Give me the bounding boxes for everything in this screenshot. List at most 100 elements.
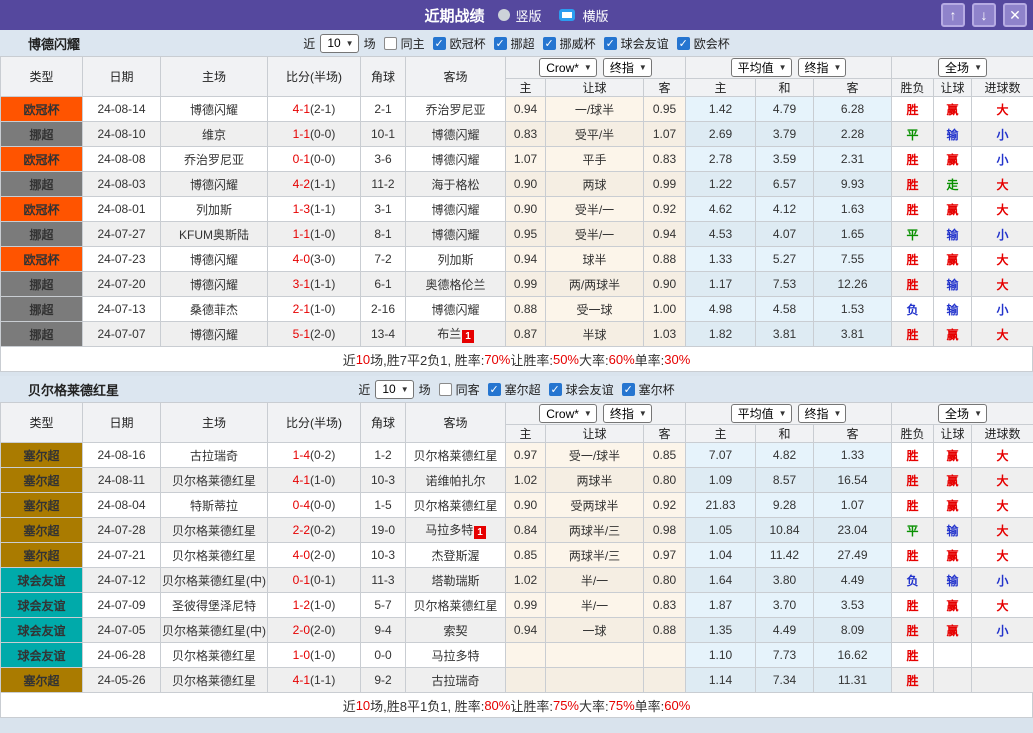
league-checkbox-0-4[interactable]: ✓ [677,37,690,50]
league-checkbox-1-2[interactable]: ✓ [622,383,635,396]
average-odds-cell-2: 11.31 [814,668,892,693]
corner-cell: 3-1 [361,197,406,222]
chevron-down-icon: ▼ [639,63,647,72]
handicap-odds-cell-0: 1.07 [506,147,546,172]
summary-segment: 近 [343,696,356,715]
average-odds-cell-2: 1.65 [814,222,892,247]
fulltime-score: 1-1 [293,227,310,241]
page-title: 近期战绩 [424,5,484,26]
average-period-select-1[interactable]: 终指▼ [798,404,847,423]
thead-0: 类型日期主场比分(半场)角球客场Crow*▼终指▼平均值▼终指▼全场▼主让球客主… [1,57,1033,97]
outcome-cell-2: 小 [972,568,1033,593]
chevron-down-icon: ▼ [974,409,982,418]
average-odds-cell-1: 4.12 [756,197,814,222]
away-team-name: 博德闪耀 [431,153,479,167]
radio-horizontal-layout[interactable]: 横版 [556,6,609,25]
away-team-cell: 列加斯 [406,247,506,272]
average-odds-cell-0: 1.04 [686,543,756,568]
score-cell: 4-0(3-0) [268,247,361,272]
league-checkbox-1-1[interactable]: ✓ [549,383,562,396]
same-venue-checkbox-0[interactable] [384,37,397,50]
average-odds-cell-1: 4.82 [756,443,814,468]
summary-segment: 75% [609,698,635,713]
average-odds-cell-0: 1.10 [686,643,756,668]
average-odds-cell-2: 12.26 [814,272,892,297]
league-label: 塞尔杯 [639,381,675,398]
league-checkbox-0-0[interactable]: ✓ [433,37,446,50]
home-team-name: 古拉瑞奇 [190,449,238,463]
away-team-cell: 马拉多特 [406,643,506,668]
home-team-cell: 维京 [161,122,268,147]
corner-cell: 10-3 [361,543,406,568]
fulltime-score: 4-0 [293,548,310,562]
home-team-name: 博德闪耀 [190,278,238,292]
average-select-1[interactable]: 平均值▼ [731,404,792,423]
average-odds-cell-1: 7.34 [756,668,814,693]
league-checkbox-1-0[interactable]: ✓ [488,383,501,396]
date-cell: 24-08-10 [83,122,161,147]
away-team-cell: 诺维帕扎尔 [406,468,506,493]
near-label: 近 [303,35,315,52]
league-checkbox-0-3[interactable]: ✓ [604,37,617,50]
chevron-down-icon: ▼ [584,409,592,418]
outcome-cell-0: 胜 [892,272,934,297]
table-row: 挪超24-07-20博德闪耀3-1(1-1)6-1奥德格伦兰0.99两/两球半0… [1,272,1033,297]
summary-segment: 10 [356,352,370,367]
table-row: 欧冠杯24-08-14博德闪耀4-1(2-1)2-1乔治罗尼亚0.94一/球半0… [1,97,1033,122]
outcome-cell-0: 胜 [892,618,934,643]
fulltime-score: 1-1 [293,127,310,141]
league-checkbox-0-2[interactable]: ✓ [543,37,556,50]
handicap-odds-cell-2: 1.03 [644,322,686,347]
thead-1: 类型日期主场比分(半场)角球客场Crow*▼终指▼平均值▼终指▼全场▼主让球客主… [1,403,1033,443]
bookmaker-period-select-1[interactable]: 终指▼ [603,404,652,423]
summary-segment: 75% [553,698,579,713]
handicap-odds-cell-0: 0.94 [506,618,546,643]
summary-segment: 30% [664,352,690,367]
col-header-odds-2: 客 [644,79,686,97]
date-cell: 24-05-26 [83,668,161,693]
average-odds-cell-1: 10.84 [756,518,814,543]
bookmaker-select-0[interactable]: Crow*▼ [539,58,597,77]
table-row: 球会友谊24-07-05贝尔格莱德红星(中)2-0(2-0)9-4索契0.94一… [1,618,1033,643]
same-venue-checkbox-1[interactable] [439,383,452,396]
table-row: 塞尔超24-08-16古拉瑞奇1-4(0-2)1-2贝尔格莱德红星0.97受一/… [1,443,1033,468]
average-select-0[interactable]: 平均值▼ [731,58,792,77]
match-count-select-1[interactable]: 10▼ [375,380,413,399]
handicap-odds-cell-1: 受两球半 [546,493,644,518]
scope-select-0[interactable]: 全场▼ [938,58,987,77]
average-odds-cell-2: 1.63 [814,197,892,222]
radio-vertical-layout[interactable]: 竖版 [498,6,541,25]
near-label: 近 [358,381,370,398]
halftime-score: (1-1) [310,177,335,191]
move-up-button[interactable]: ↑ [941,3,965,27]
score-cell: 0-4(0-0) [268,493,361,518]
col-header-odds-0: 主 [506,425,546,443]
score-cell: 4-0(2-0) [268,543,361,568]
col-header-odds-1: 让球 [546,79,644,97]
outcome-cell-0: 胜 [892,197,934,222]
bookmaker-select-1[interactable]: Crow*▼ [539,404,597,423]
away-team-name: 诺维帕扎尔 [425,474,485,488]
home-team-cell: 贝尔格莱德红星(中) [161,568,268,593]
tbody-0: 欧冠杯24-08-14博德闪耀4-1(2-1)2-1乔治罗尼亚0.94一/球半0… [1,97,1033,347]
outcome-cell-0: 负 [892,297,934,322]
match-count-select-0[interactable]: 10▼ [320,34,358,53]
halftime-score: (1-1) [310,202,335,216]
date-cell: 24-07-20 [83,272,161,297]
home-team-cell: 贝尔格莱德红星 [161,668,268,693]
halftime-score: (2-0) [310,548,335,562]
outcome-cell-2: 大 [972,197,1033,222]
home-team-cell: 圣彼得堡泽尼特 [161,593,268,618]
bookmaker-period-select-0[interactable]: 终指▼ [603,58,652,77]
summary-segment: 10 [356,698,370,713]
scope-select-1[interactable]: 全场▼ [938,404,987,423]
average-period-select-0[interactable]: 终指▼ [798,58,847,77]
summary-0: 近10场,胜7平2负1, 胜率:70% 让胜率:50% 大率:60% 单率:30… [0,347,1033,372]
average-odds-cell-2: 16.54 [814,468,892,493]
move-down-button[interactable]: ↓ [972,3,996,27]
league-checkbox-0-1[interactable]: ✓ [494,37,507,50]
date-cell: 24-07-12 [83,568,161,593]
average-odds-cell-2: 1.33 [814,443,892,468]
outcome-cell-1: 赢 [934,593,972,618]
close-button[interactable]: ✕ [1003,3,1027,27]
